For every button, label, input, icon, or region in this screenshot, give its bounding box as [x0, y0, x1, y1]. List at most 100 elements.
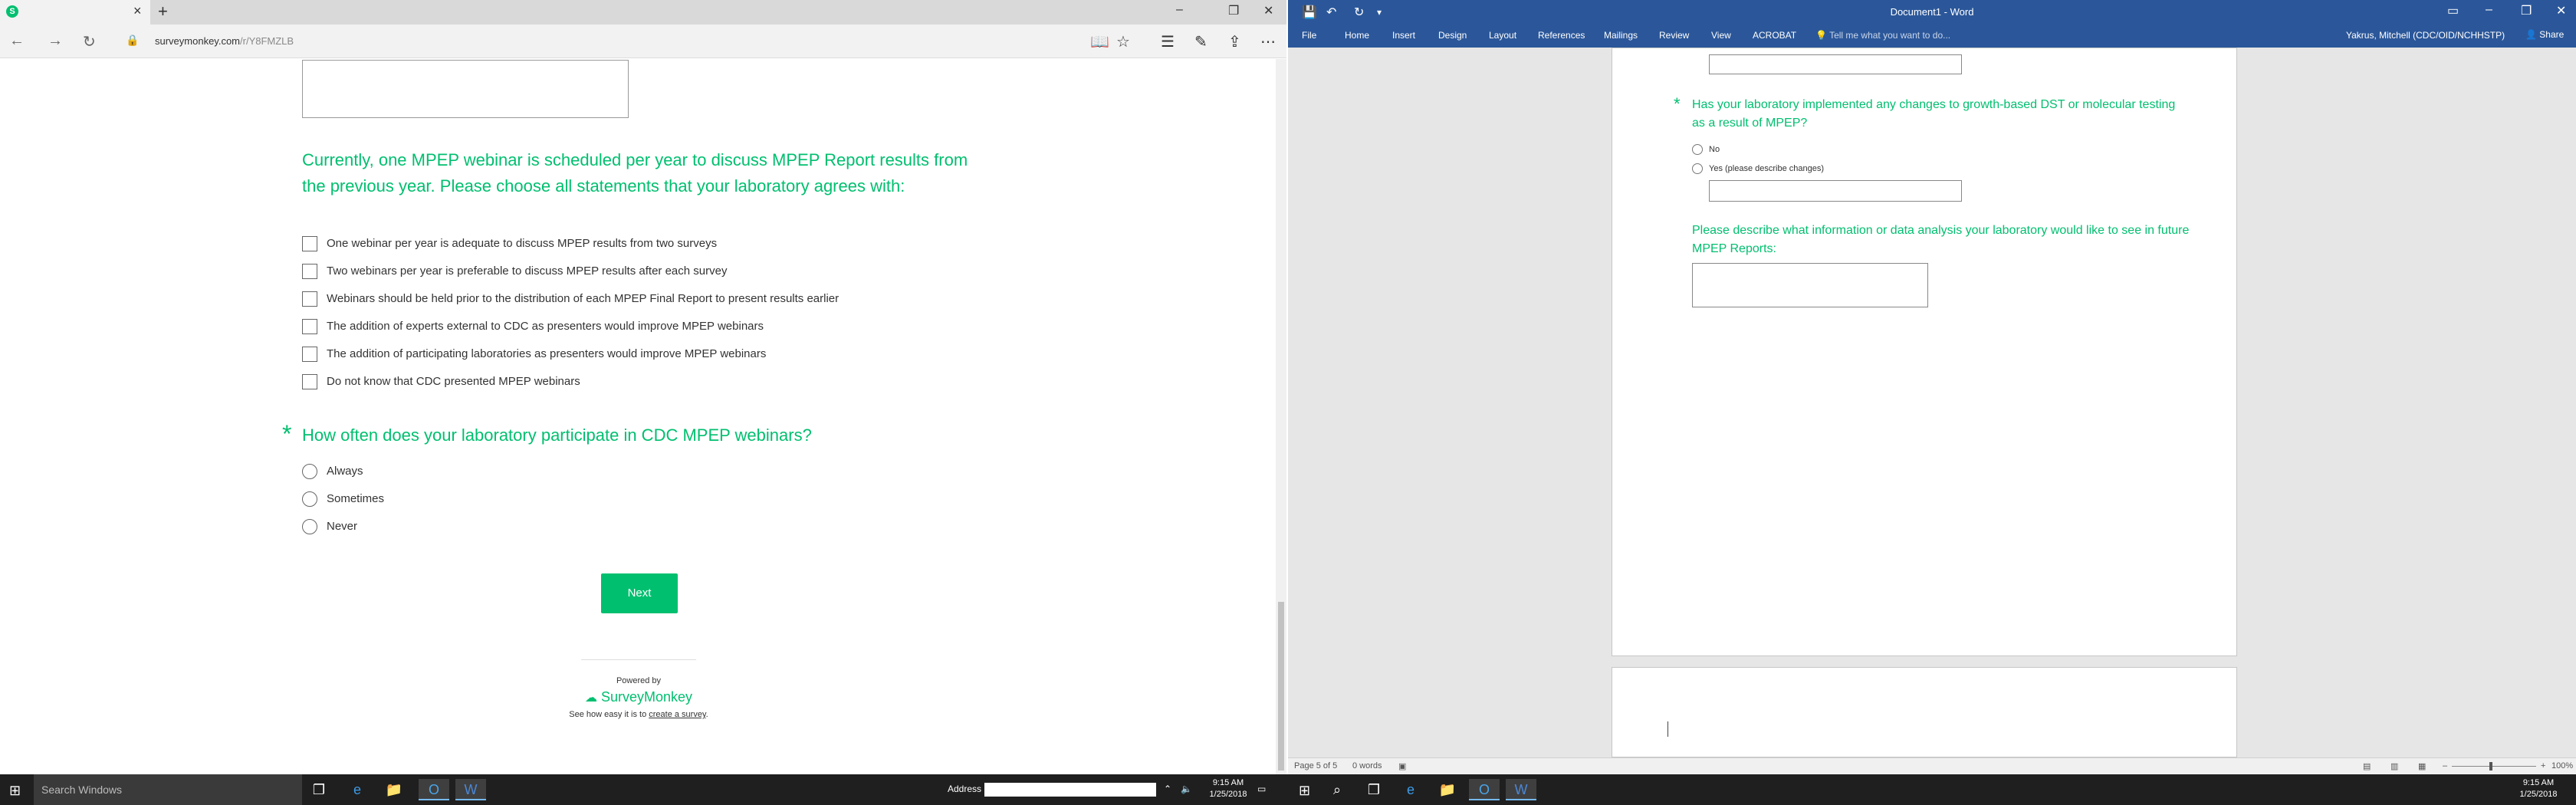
- outlook-app-icon[interactable]: O: [419, 779, 449, 800]
- taskbar-address-input[interactable]: [984, 783, 1156, 797]
- statement-checkbox[interactable]: [302, 291, 317, 307]
- word-app-icon[interactable]: W: [455, 779, 486, 800]
- web-layout-icon[interactable]: ▦: [2418, 761, 2426, 771]
- word-count[interactable]: 0 words: [1352, 761, 1382, 770]
- statement-checkbox[interactable]: [302, 236, 317, 251]
- statement-checkbox[interactable]: [302, 264, 317, 279]
- changes-radio-no[interactable]: [1692, 144, 1703, 155]
- edge-app-icon[interactable]: e: [342, 779, 373, 800]
- tab-design[interactable]: Design: [1438, 30, 1467, 41]
- user-name[interactable]: Yakrus, Mitchell (CDC/OID/NCHHSTP): [2346, 30, 2505, 41]
- tab-acrobat[interactable]: ACROBAT: [1753, 30, 1796, 41]
- zoom-slider-thumb[interactable]: [2489, 762, 2492, 770]
- scrollbar-thumb[interactable]: [1278, 602, 1284, 770]
- tell-me-field[interactable]: 💡 Tell me what you want to do...: [1815, 30, 1950, 41]
- required-asterisk: *: [1674, 94, 1681, 113]
- describe-data-textarea[interactable]: [1692, 263, 1928, 307]
- tell-me-text: Tell me what you want to do...: [1829, 30, 1951, 41]
- changes-radio-yes[interactable]: [1692, 163, 1703, 174]
- close-window-icon[interactable]: ✕: [2556, 3, 2566, 18]
- hub-icon[interactable]: ☰: [1161, 32, 1175, 51]
- new-tab-icon[interactable]: +: [158, 2, 168, 21]
- zoom-slider[interactable]: [2452, 766, 2536, 767]
- tray-chevron-icon[interactable]: ⌃: [1164, 784, 1171, 794]
- frequency-label: Sometimes: [327, 492, 385, 505]
- tab-insert[interactable]: Insert: [1392, 30, 1415, 41]
- monkey-logo-icon: ☁: [584, 692, 597, 705]
- word-ribbon-tabs: File Home Insert Design Layout Reference…: [1288, 25, 2576, 48]
- taskbar-clock[interactable]: 9:15 AM 1/25/2018: [2512, 777, 2565, 800]
- volume-icon[interactable]: 🔈: [1181, 784, 1192, 794]
- edge-app-icon[interactable]: e: [1395, 779, 1426, 800]
- describe-changes-input[interactable]: [1709, 180, 1962, 202]
- forward-icon[interactable]: →: [48, 32, 63, 50]
- statement-checkbox[interactable]: [302, 319, 317, 334]
- page-count[interactable]: Page 5 of 5: [1294, 761, 1337, 770]
- document-page-next: [1612, 667, 2237, 757]
- file-explorer-icon[interactable]: 📁: [379, 779, 409, 800]
- taskbar-clock[interactable]: 9:15 AM 1/25/2018: [1201, 777, 1256, 800]
- restore-icon[interactable]: ❐: [2521, 3, 2532, 18]
- outlook-app-icon[interactable]: O: [1469, 779, 1500, 800]
- close-tab-icon[interactable]: ×: [133, 3, 142, 19]
- restore-icon[interactable]: ❐: [1228, 3, 1239, 18]
- tab-review[interactable]: Review: [1659, 30, 1689, 41]
- question-changes: Has your laboratory implemented any chan…: [1692, 98, 2176, 130]
- web-note-icon[interactable]: ✎: [1194, 32, 1208, 51]
- search-icon[interactable]: ⌕: [1322, 779, 1352, 800]
- start-windows-icon[interactable]: ⊞: [9, 783, 21, 799]
- previous-answer-box[interactable]: [1709, 54, 1962, 74]
- tagline-prefix: See how easy it is to: [569, 710, 649, 719]
- statement-checkbox[interactable]: [302, 347, 317, 362]
- url-field[interactable]: surveymonkey.com/r/Y8FMZLB: [155, 35, 294, 47]
- zoom-out-icon[interactable]: –: [2443, 761, 2447, 770]
- word-window-title: Document1 - Word: [1890, 6, 1974, 18]
- zoom-level[interactable]: 100%: [2551, 761, 2573, 770]
- ribbon-display-icon[interactable]: ▭: [2447, 3, 2459, 18]
- tab-file[interactable]: File: [1302, 30, 1316, 41]
- tab-layout[interactable]: Layout: [1489, 30, 1516, 41]
- minimize-icon[interactable]: –: [2486, 3, 2492, 17]
- create-survey-link[interactable]: create a survey: [649, 710, 705, 719]
- frequency-label: Never: [327, 520, 358, 533]
- lock-icon: 🔒: [126, 34, 140, 46]
- back-icon[interactable]: ←: [9, 32, 25, 50]
- minimize-icon[interactable]: –: [1176, 3, 1183, 17]
- statement-label: Webinars should be held prior to the dis…: [327, 292, 840, 305]
- previous-answer-textarea[interactable]: [302, 60, 629, 118]
- read-mode-icon[interactable]: ▤: [2363, 761, 2371, 771]
- more-icon[interactable]: ⋯: [1260, 32, 1276, 51]
- start-windows-icon[interactable]: ⊞: [1299, 783, 1310, 799]
- word-window: 💾 ↶ ↻ ▾ Document1 - Word ▭ – ❐ ✕ File Ho…: [1288, 0, 2576, 774]
- browser-tab[interactable]: S ×: [0, 0, 150, 25]
- zoom-in-icon[interactable]: +: [2541, 761, 2545, 770]
- share-button[interactable]: 👤 Share: [2519, 27, 2570, 42]
- print-layout-icon[interactable]: ▥: [2390, 761, 2398, 771]
- tab-view[interactable]: View: [1711, 30, 1731, 41]
- frequency-radio-never[interactable]: [302, 519, 317, 534]
- statement-checkbox[interactable]: [302, 374, 317, 389]
- word-app-icon[interactable]: W: [1506, 779, 1536, 800]
- tab-references[interactable]: References: [1538, 30, 1585, 41]
- lightbulb-icon: 💡: [1815, 30, 1830, 41]
- taskbar-search[interactable]: Search Windows: [34, 774, 302, 805]
- file-explorer-icon[interactable]: 📁: [1432, 779, 1463, 800]
- scrollbar[interactable]: [1276, 59, 1286, 774]
- tab-mailings[interactable]: Mailings: [1604, 30, 1638, 41]
- proofing-icon[interactable]: ▣: [1398, 761, 1406, 771]
- task-view-icon[interactable]: ❐: [1359, 779, 1389, 800]
- next-button[interactable]: Next: [601, 573, 678, 613]
- surveymonkey-logo[interactable]: ☁ SurveyMonkey: [581, 689, 696, 705]
- frequency-radio-sometimes[interactable]: [302, 491, 317, 507]
- refresh-icon[interactable]: ↻: [83, 32, 96, 51]
- frequency-label: Always: [327, 465, 363, 478]
- frequency-radio-always[interactable]: [302, 464, 317, 479]
- changes-label: Yes (please describe changes): [1709, 164, 1825, 173]
- share-icon[interactable]: ⇪: [1228, 32, 1241, 51]
- reading-view-icon[interactable]: 📖: [1090, 32, 1109, 51]
- task-view-icon[interactable]: ❐: [304, 779, 334, 800]
- close-window-icon[interactable]: ✕: [1263, 3, 1273, 18]
- favorite-star-icon[interactable]: ☆: [1116, 32, 1130, 51]
- tab-home[interactable]: Home: [1345, 30, 1369, 41]
- action-center-icon[interactable]: ▭: [1257, 784, 1266, 794]
